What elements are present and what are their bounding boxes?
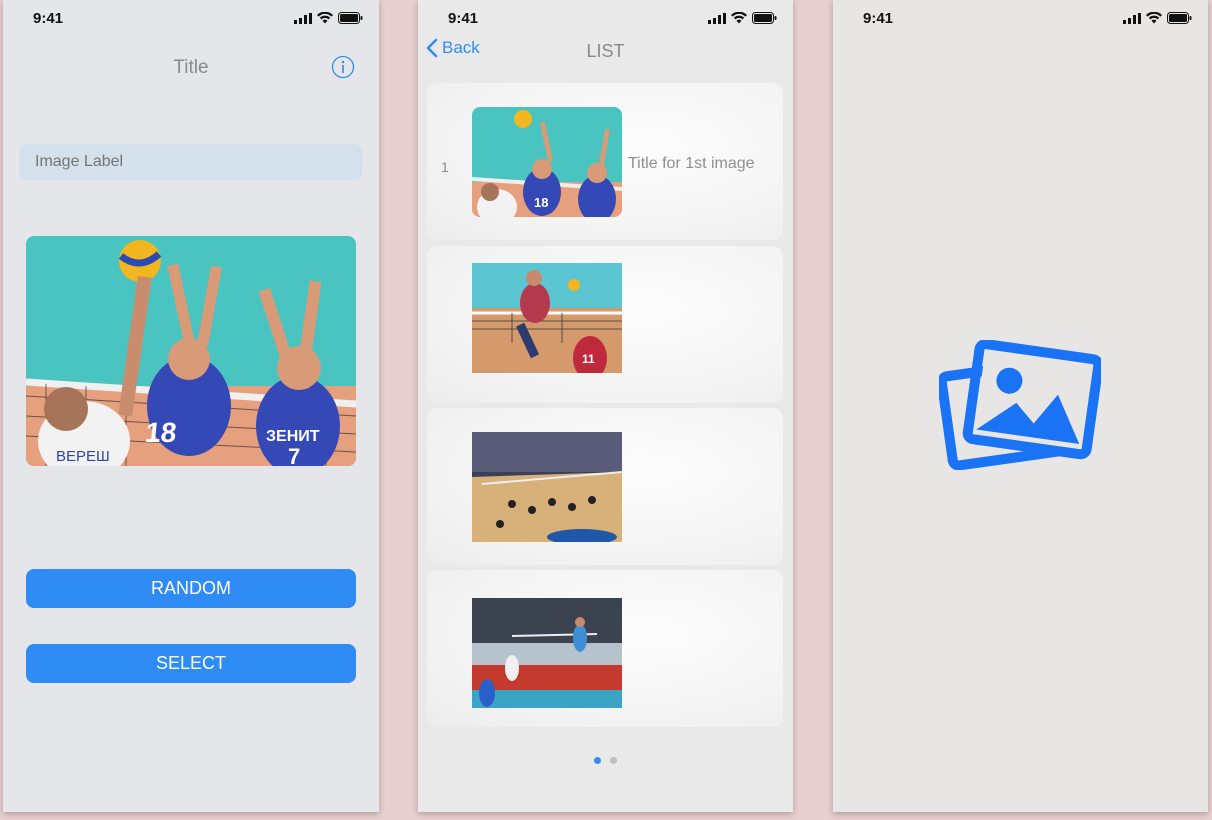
list-item-thumbnail xyxy=(472,432,622,542)
svg-text:18: 18 xyxy=(144,417,178,448)
list-item[interactable]: 11 xyxy=(427,246,783,403)
signal-icon xyxy=(1123,12,1141,24)
page-title: Title xyxy=(173,57,209,78)
list-screen: 9:41 Back LIST 1 18 Title for 1st image … xyxy=(418,0,793,812)
list-item-thumbnail: 18 xyxy=(472,107,622,217)
status-bar: 9:41 xyxy=(3,8,379,28)
list-item-index: 1 xyxy=(441,159,449,175)
status-time: 9:41 xyxy=(448,10,479,27)
svg-text:18: 18 xyxy=(534,195,548,210)
page-dot[interactable] xyxy=(610,757,617,764)
battery-icon xyxy=(1167,12,1192,24)
wifi-icon xyxy=(731,12,747,24)
image-gallery-icon xyxy=(939,340,1101,470)
battery-icon xyxy=(752,12,777,24)
info-icon[interactable] xyxy=(331,55,355,79)
wifi-icon xyxy=(317,12,333,24)
list-item-thumbnail xyxy=(472,598,622,708)
volleyball-photo: 18 ЗЕНИТ 7 ВЕРЕШ xyxy=(26,236,356,466)
wifi-icon xyxy=(1146,12,1162,24)
empty-state-screen: 9:41 xyxy=(833,0,1208,812)
page-dot-active[interactable] xyxy=(594,757,601,764)
svg-text:ЗЕНИТ: ЗЕНИТ xyxy=(266,428,320,445)
battery-icon xyxy=(338,12,363,24)
nav-title: LIST xyxy=(586,41,625,61)
svg-text:ВЕРЕШ: ВЕРЕШ xyxy=(56,448,110,465)
status-bar: 9:41 xyxy=(418,8,793,28)
image-label-field[interactable] xyxy=(19,144,362,180)
detail-screen: 9:41 Title Image Label 18 ЗЕНИТ 7 ВЕРЕШ … xyxy=(3,0,379,812)
page-indicator[interactable] xyxy=(418,757,793,764)
status-time: 9:41 xyxy=(863,10,894,27)
list-item[interactable] xyxy=(427,570,783,727)
select-button[interactable]: SELECT xyxy=(26,644,356,683)
svg-text:11: 11 xyxy=(582,352,595,366)
signal-icon xyxy=(708,12,726,24)
random-button[interactable]: RANDOM xyxy=(26,569,356,608)
svg-text:7: 7 xyxy=(288,444,300,466)
list-item-title: Title for 1st image xyxy=(628,155,755,172)
status-bar: 9:41 xyxy=(833,8,1208,28)
signal-icon xyxy=(294,12,312,24)
list-item[interactable]: 1 18 Title for 1st image xyxy=(427,83,783,240)
list-item[interactable] xyxy=(427,408,783,565)
list-item-thumbnail: 11 xyxy=(472,263,622,373)
status-time: 9:41 xyxy=(33,10,64,27)
